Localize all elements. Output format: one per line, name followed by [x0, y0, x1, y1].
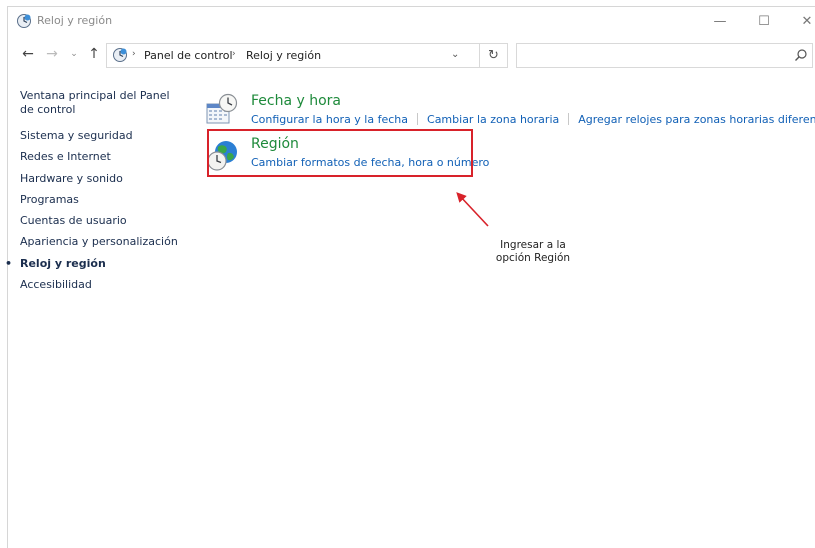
annotation-text: Ingresar a la opción Región	[478, 239, 588, 265]
active-bullet-icon: •	[5, 256, 13, 270]
link-agregar-relojes[interactable]: Agregar relojes para zonas horarias dife…	[578, 113, 815, 126]
annotation-line-2: opción Región	[495, 252, 571, 264]
sidebar-home-link[interactable]: Ventana principal del Panel de control	[20, 89, 185, 117]
address-bar[interactable]: › Panel de control › Reloj y región ⌄	[106, 43, 480, 68]
link-configurar-hora-fecha[interactable]: Configurar la hora y la fecha	[251, 113, 408, 126]
search-input[interactable]	[521, 47, 781, 64]
search-icon[interactable]	[794, 48, 808, 62]
sidebar-item-reloj-y-region[interactable]: • Reloj y región	[5, 256, 190, 278]
title-bar: Reloj y región — ☐ ✕	[8, 7, 815, 35]
sidebar-item-sistema-y-seguridad[interactable]: Sistema y seguridad	[20, 129, 190, 150]
category-fecha-y-hora: Fecha y hora Configurar la hora y la fec…	[206, 93, 815, 129]
close-button[interactable]: ✕	[795, 10, 815, 32]
window-title: Reloj y región	[37, 14, 113, 27]
link-divider	[568, 113, 570, 125]
back-arrow-icon[interactable]: ←	[19, 44, 37, 64]
address-dropdown-chevron-icon[interactable]: ⌄	[451, 49, 459, 60]
category-title-fecha-y-hora[interactable]: Fecha y hora	[251, 93, 341, 109]
sidebar-item-programas[interactable]: Programas	[20, 193, 190, 214]
navigation-bar: ← → ⌄ ↑ › Panel de control › Reloj y reg…	[8, 40, 815, 68]
breadcrumb-separator-icon[interactable]: ›	[232, 49, 236, 59]
refresh-icon[interactable]: ↻	[480, 43, 508, 68]
breadcrumb-reloj-y-region[interactable]: Reloj y región	[246, 49, 321, 62]
sidebar-item-redes-e-internet[interactable]: Redes e Internet	[20, 150, 190, 171]
calendar-clock-icon[interactable]	[206, 93, 240, 127]
sidebar: Ventana principal del Panel de control S…	[5, 89, 190, 299]
sidebar-item-hardware-y-sonido[interactable]: Hardware y sonido	[20, 172, 190, 193]
link-divider	[417, 113, 419, 125]
highlight-box	[207, 129, 473, 177]
breadcrumb-separator-icon[interactable]: ›	[132, 49, 136, 59]
sidebar-item-label: Reloj y región	[20, 256, 106, 270]
breadcrumb-panel-de-control[interactable]: Panel de control	[144, 49, 233, 62]
sidebar-item-accesibilidad[interactable]: Accesibilidad	[20, 278, 190, 299]
annotation-line-1: Ingresar a la	[500, 239, 566, 251]
search-box[interactable]	[516, 43, 813, 68]
maximize-button[interactable]: ☐	[752, 10, 776, 32]
control-panel-icon	[113, 48, 127, 62]
category-links-fecha-y-hora: Configurar la hora y la fecha Cambiar la …	[251, 113, 815, 126]
control-panel-window: Reloj y región — ☐ ✕ ← → ⌄ ↑ › Panel de …	[5, 6, 815, 548]
minimize-button[interactable]: —	[708, 10, 732, 32]
link-cambiar-zona-horaria[interactable]: Cambiar la zona horaria	[427, 113, 559, 126]
sidebar-item-cuentas-de-usuario[interactable]: Cuentas de usuario	[20, 214, 190, 235]
recent-locations-chevron-icon[interactable]: ⌄	[65, 44, 83, 64]
up-arrow-icon[interactable]: ↑	[85, 44, 103, 64]
clock-region-icon	[17, 14, 31, 28]
sidebar-item-apariencia[interactable]: Apariencia y personalización	[20, 235, 190, 256]
forward-arrow-icon[interactable]: →	[43, 44, 61, 64]
